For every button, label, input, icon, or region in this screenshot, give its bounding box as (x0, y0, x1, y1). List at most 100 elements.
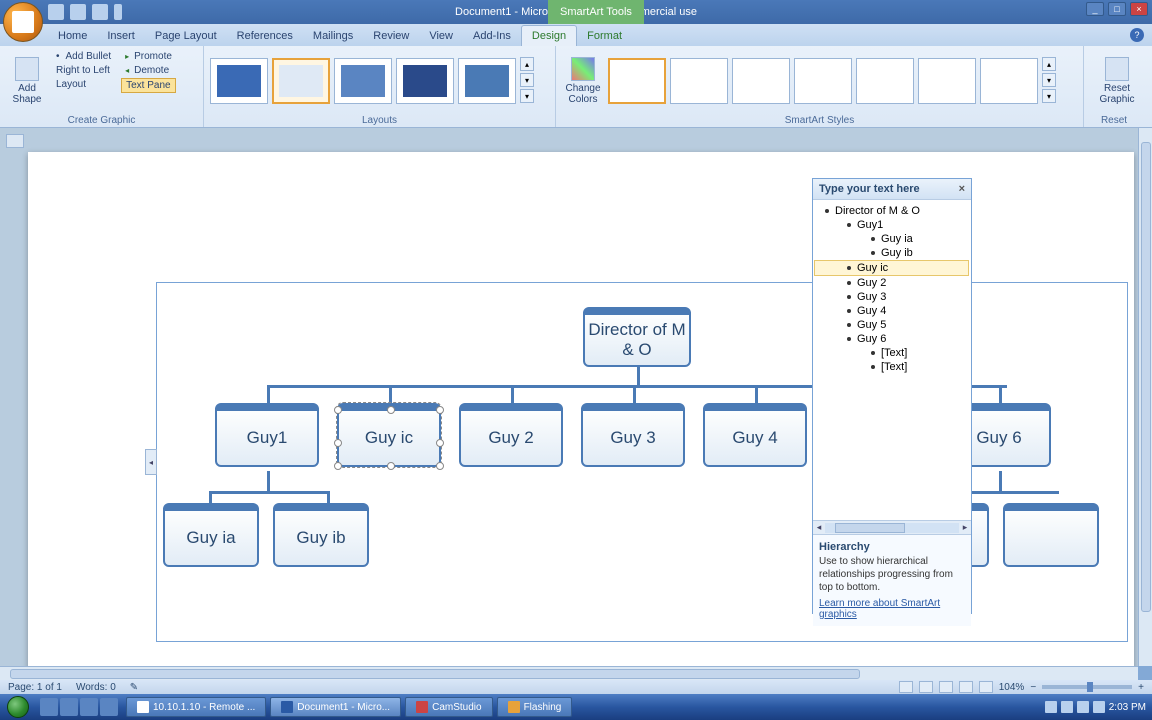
styles-scroll[interactable]: ▴▾▾ (1042, 57, 1056, 105)
horizontal-scrollbar[interactable] (0, 666, 1138, 680)
task-remote[interactable]: 10.10.1.10 - Remote ... (126, 697, 266, 717)
node-empty-2[interactable] (1003, 503, 1099, 567)
text-pane-hscroll[interactable]: ◂▸ (813, 520, 971, 534)
layout-thumb-3[interactable] (334, 58, 392, 104)
change-colors-button[interactable]: Change Colors (562, 57, 604, 105)
tp-item[interactable]: Guy 2 (815, 276, 969, 290)
tray-icon[interactable] (1061, 701, 1073, 713)
node-guy2[interactable]: Guy 2 (459, 403, 563, 467)
tp-item[interactable]: Director of M & O (815, 204, 969, 218)
style-thumb-1[interactable] (608, 58, 666, 104)
node-guy-ic[interactable]: Guy ic (337, 403, 441, 467)
reset-label: Reset Graphic (1090, 83, 1144, 105)
tab-insert[interactable]: Insert (97, 26, 145, 46)
zoom-out-button[interactable]: − (1030, 682, 1036, 693)
style-thumb-6[interactable] (918, 58, 976, 104)
tab-addins[interactable]: Add-Ins (463, 26, 521, 46)
demote-button[interactable]: Demote (121, 64, 176, 77)
qat-save-icon[interactable] (48, 4, 64, 20)
layout-button[interactable]: Layout (52, 78, 115, 91)
layout-thumb-5[interactable] (458, 58, 516, 104)
ql-ie-icon[interactable] (40, 698, 58, 716)
zoom-percent[interactable]: 104% (999, 682, 1025, 693)
tab-review[interactable]: Review (363, 26, 419, 46)
tab-design[interactable]: Design (521, 25, 577, 46)
status-page[interactable]: Page: 1 of 1 (8, 682, 62, 693)
tp-item[interactable]: Guy1 (815, 218, 969, 232)
style-thumb-4[interactable] (794, 58, 852, 104)
layouts-scroll[interactable]: ▴▾▾ (520, 57, 534, 105)
proofing-icon[interactable]: ✎ (130, 682, 138, 693)
close-button[interactable]: × (1130, 2, 1148, 16)
add-shape-button[interactable]: Add Shape (6, 50, 48, 112)
tab-format[interactable]: Format (577, 26, 632, 46)
clock[interactable]: 2:03 PM (1109, 702, 1146, 713)
zoom-in-button[interactable]: + (1138, 682, 1144, 693)
text-pane-close-icon[interactable]: × (959, 183, 965, 195)
style-thumb-5[interactable] (856, 58, 914, 104)
node-director[interactable]: Director of M & O (583, 307, 691, 367)
view-print-layout-icon[interactable] (899, 681, 913, 693)
help-icon[interactable]: ? (1130, 28, 1144, 42)
tray-icon[interactable] (1045, 701, 1057, 713)
ql-show-desktop-icon[interactable] (100, 698, 118, 716)
tab-view[interactable]: View (419, 26, 463, 46)
task-word[interactable]: Document1 - Micro... (270, 697, 401, 717)
promote-button[interactable]: Promote (121, 50, 176, 63)
layout-thumb-1[interactable] (210, 58, 268, 104)
node-guy3[interactable]: Guy 3 (581, 403, 685, 467)
style-thumb-3[interactable] (732, 58, 790, 104)
maximize-button[interactable]: □ (1108, 2, 1126, 16)
tp-item[interactable]: [Text] (815, 346, 969, 360)
status-words[interactable]: Words: 0 (76, 682, 116, 693)
tab-page-layout[interactable]: Page Layout (145, 26, 227, 46)
task-camstudio[interactable]: CamStudio (405, 697, 492, 717)
ql-media-icon[interactable] (80, 698, 98, 716)
tp-item[interactable]: Guy ia (815, 232, 969, 246)
reset-graphic-button[interactable]: Reset Graphic (1090, 50, 1144, 112)
node-guy-ib[interactable]: Guy ib (273, 503, 369, 567)
tray-volume-icon[interactable] (1077, 701, 1089, 713)
right-to-left-button[interactable]: Right to Left (52, 64, 115, 77)
tp-item[interactable]: [Text] (815, 360, 969, 374)
text-pane-button[interactable]: Text Pane (121, 78, 176, 93)
style-thumb-7[interactable] (980, 58, 1038, 104)
layout-thumb-4[interactable] (396, 58, 454, 104)
start-button[interactable] (0, 694, 36, 720)
view-full-screen-icon[interactable] (919, 681, 933, 693)
tab-mailings[interactable]: Mailings (303, 26, 363, 46)
text-pane-body[interactable]: Director of M & O Guy1 Guy ia Guy ib Guy… (813, 200, 971, 520)
node-guy4[interactable]: Guy 4 (703, 403, 807, 467)
ruler-toggle[interactable] (6, 134, 24, 148)
tab-home[interactable]: Home (48, 26, 97, 46)
office-button[interactable] (3, 2, 43, 42)
tp-item-selected[interactable]: Guy ic (814, 260, 969, 276)
zoom-slider[interactable] (1042, 685, 1132, 689)
view-web-icon[interactable] (939, 681, 953, 693)
tp-item[interactable]: Guy 6 (815, 332, 969, 346)
minimize-button[interactable]: _ (1086, 2, 1104, 16)
tp-item[interactable]: Guy 3 (815, 290, 969, 304)
task-flashing[interactable]: Flashing (497, 697, 573, 717)
ql-explorer-icon[interactable] (60, 698, 78, 716)
add-bullet-button[interactable]: Add Bullet (52, 50, 115, 63)
view-outline-icon[interactable] (959, 681, 973, 693)
style-thumb-2[interactable] (670, 58, 728, 104)
qat-redo-icon[interactable] (92, 4, 108, 20)
qat-customize-icon[interactable] (114, 4, 122, 20)
node-guy-ia[interactable]: Guy ia (163, 503, 259, 567)
node-label: Guy 2 (488, 428, 533, 448)
tray-network-icon[interactable] (1093, 701, 1105, 713)
view-draft-icon[interactable] (979, 681, 993, 693)
textpane-expand-handle[interactable]: ◂ (145, 449, 157, 475)
tp-item[interactable]: Guy 4 (815, 304, 969, 318)
tp-info-link[interactable]: Learn more about SmartArt graphics (819, 598, 965, 620)
smartart-canvas[interactable]: ◂ Director of M & O Guy1 Guy ic (156, 282, 1128, 642)
vertical-scrollbar[interactable] (1138, 128, 1152, 666)
qat-undo-icon[interactable] (70, 4, 86, 20)
tp-item[interactable]: Guy 5 (815, 318, 969, 332)
layout-thumb-2[interactable] (272, 58, 330, 104)
node-guy1[interactable]: Guy1 (215, 403, 319, 467)
tp-item[interactable]: Guy ib (815, 246, 969, 260)
tab-references[interactable]: References (227, 26, 303, 46)
